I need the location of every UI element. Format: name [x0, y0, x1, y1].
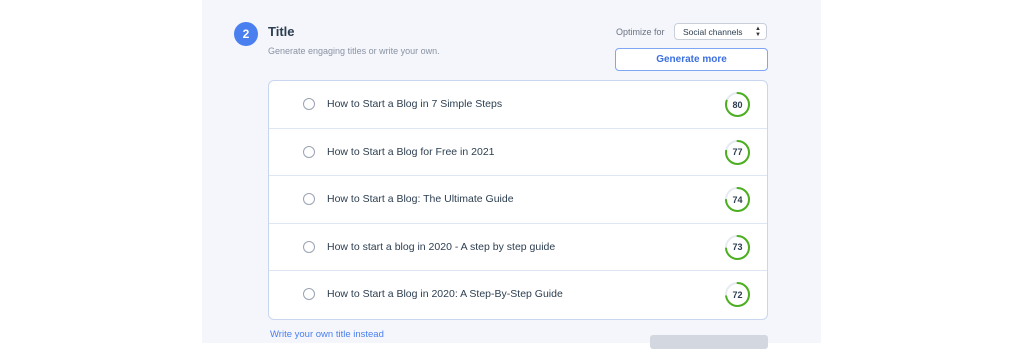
score-value: 72: [732, 289, 743, 300]
score-value: 77: [732, 147, 743, 158]
title-option-row[interactable]: How to Start a Blog in 2020: A Step-By-S…: [269, 271, 767, 319]
score-ring-icon: 73: [724, 234, 751, 261]
optimize-for-value: Social channels: [683, 26, 743, 37]
score-ring-icon: 72: [724, 281, 751, 308]
title-option-text: How to Start a Blog: The Ultimate Guide: [327, 193, 514, 206]
title-option-text: How to start a blog in 2020 - A step by …: [327, 240, 556, 253]
score-ring-icon: 80: [724, 91, 751, 118]
title-option-text: How to Start a Blog in 2020: A Step-By-S…: [327, 288, 563, 301]
title-suggestions-list: How to Start a Blog in 7 Simple Steps 80…: [268, 80, 768, 320]
radio-button[interactable]: [303, 288, 315, 301]
score-ring-icon: 74: [724, 186, 751, 213]
score-value: 73: [732, 242, 743, 253]
section-subtitle: Generate engaging titles or write your o…: [268, 46, 440, 56]
title-option-row[interactable]: How to Start a Blog: The Ultimate Guide …: [269, 176, 767, 224]
radio-button[interactable]: [303, 240, 315, 253]
score-ring-icon: 77: [724, 139, 751, 166]
section-title: Title: [268, 24, 295, 39]
score-value: 74: [732, 194, 743, 205]
optimize-for-label: Optimize for: [616, 27, 665, 37]
title-option-row[interactable]: How to start a blog in 2020 - A step by …: [269, 224, 767, 272]
title-option-row[interactable]: How to Start a Blog for Free in 2021 77: [269, 129, 767, 177]
continue-button[interactable]: [650, 335, 768, 349]
title-option-text: How to Start a Blog for Free in 2021: [327, 145, 495, 158]
title-option-text: How to Start a Blog in 7 Simple Steps: [327, 98, 503, 110]
radio-button[interactable]: [303, 145, 315, 158]
generate-more-button[interactable]: Generate more: [615, 48, 768, 71]
radio-button[interactable]: [303, 193, 315, 206]
step-number-badge: 2: [234, 22, 258, 46]
write-own-title-link[interactable]: Write your own title instead: [270, 329, 384, 340]
optimize-for-select[interactable]: Social channels ▲ ▼: [674, 23, 767, 40]
radio-button[interactable]: [303, 98, 315, 110]
title-option-row[interactable]: How to Start a Blog in 7 Simple Steps 80: [269, 81, 767, 129]
select-arrows-icon: ▲ ▼: [755, 26, 761, 38]
score-value: 80: [732, 99, 743, 110]
